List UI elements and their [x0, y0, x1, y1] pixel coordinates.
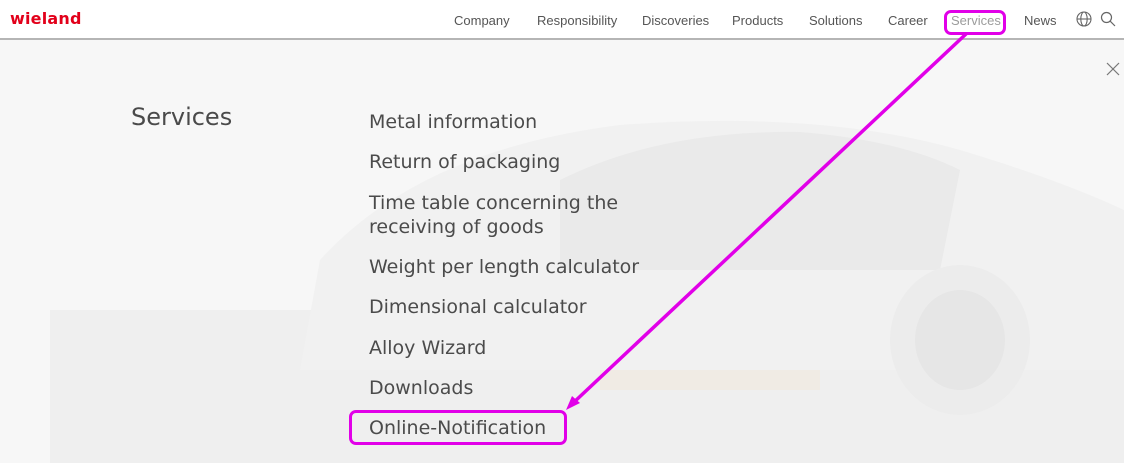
- menu-item-dimensional-calculator[interactable]: Dimensional calculator: [369, 295, 587, 319]
- wieland-logo[interactable]: wieland: [10, 9, 82, 28]
- nav-item-company[interactable]: Company: [454, 13, 510, 28]
- nav-item-products[interactable]: Products: [732, 13, 783, 28]
- menu-item-time-table-line2: receiving of goods: [369, 216, 544, 238]
- nav-item-career[interactable]: Career: [888, 13, 928, 28]
- menu-item-online-notification[interactable]: Online-Notification: [369, 416, 546, 440]
- menu-item-alloy-wizard[interactable]: Alloy Wizard: [369, 336, 486, 360]
- nav-item-news[interactable]: News: [1024, 13, 1057, 28]
- menu-item-weight-per-length-calculator[interactable]: Weight per length calculator: [369, 255, 639, 279]
- nav-item-responsibility[interactable]: Responsibility: [537, 13, 617, 28]
- menu-item-return-of-packaging[interactable]: Return of packaging: [369, 150, 560, 174]
- nav-item-services[interactable]: Services: [951, 13, 1001, 28]
- nav-item-solutions[interactable]: Solutions: [809, 13, 862, 28]
- menu-item-time-table[interactable]: Time table concerning the receiving of g…: [369, 191, 618, 239]
- top-navigation-bar: wieland Company Responsibility Discoveri…: [0, 0, 1124, 40]
- close-icon[interactable]: [1106, 62, 1120, 76]
- services-heading: Services: [131, 103, 233, 131]
- search-icon[interactable]: [1099, 10, 1117, 28]
- globe-icon[interactable]: [1075, 10, 1093, 28]
- menu-item-time-table-line1: Time table concerning the: [369, 192, 619, 214]
- menu-item-downloads[interactable]: Downloads: [369, 376, 473, 400]
- menu-item-metal-information[interactable]: Metal information: [369, 110, 537, 134]
- nav-item-discoveries[interactable]: Discoveries: [642, 13, 709, 28]
